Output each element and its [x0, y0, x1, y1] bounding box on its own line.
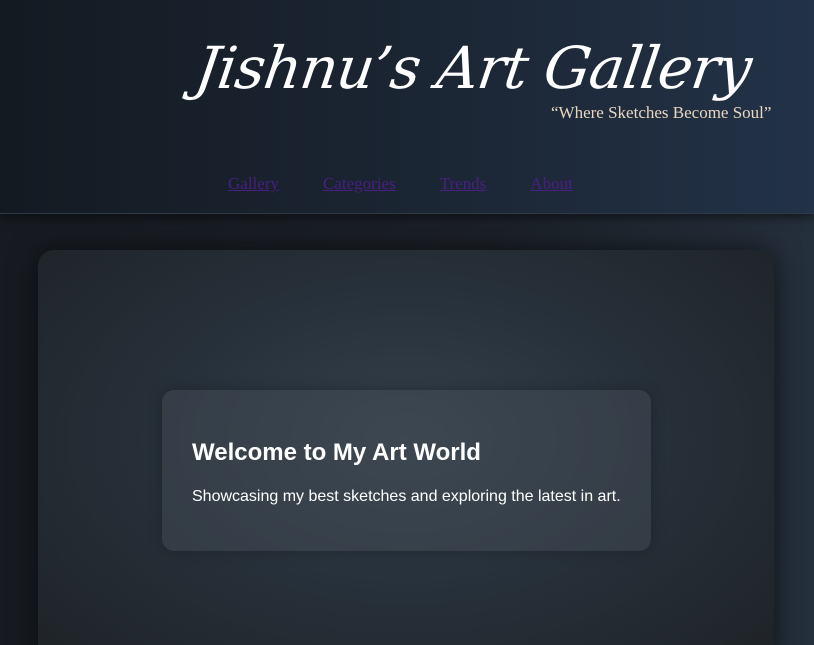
nav-link-trends[interactable]: Trends	[440, 173, 487, 195]
site-title: Jishnu’s Art Gallery	[191, 34, 756, 102]
welcome-text: Showcasing my best sketches and explorin…	[192, 488, 621, 505]
welcome-heading: Welcome to My Art World	[192, 439, 481, 466]
nav-link-gallery[interactable]: Gallery	[228, 173, 279, 195]
nav-link-categories[interactable]: Categories	[323, 173, 396, 195]
site-tagline: “Where Sketches Become Soul”	[551, 103, 772, 122]
welcome-card: Welcome to My Art World Showcasing my be…	[162, 390, 651, 551]
main-nav: Gallery Categories Trends About	[228, 173, 573, 195]
site-header: Jishnu’s Art Gallery “Where Sketches Bec…	[0, 0, 814, 214]
nav-link-about[interactable]: About	[530, 173, 573, 195]
